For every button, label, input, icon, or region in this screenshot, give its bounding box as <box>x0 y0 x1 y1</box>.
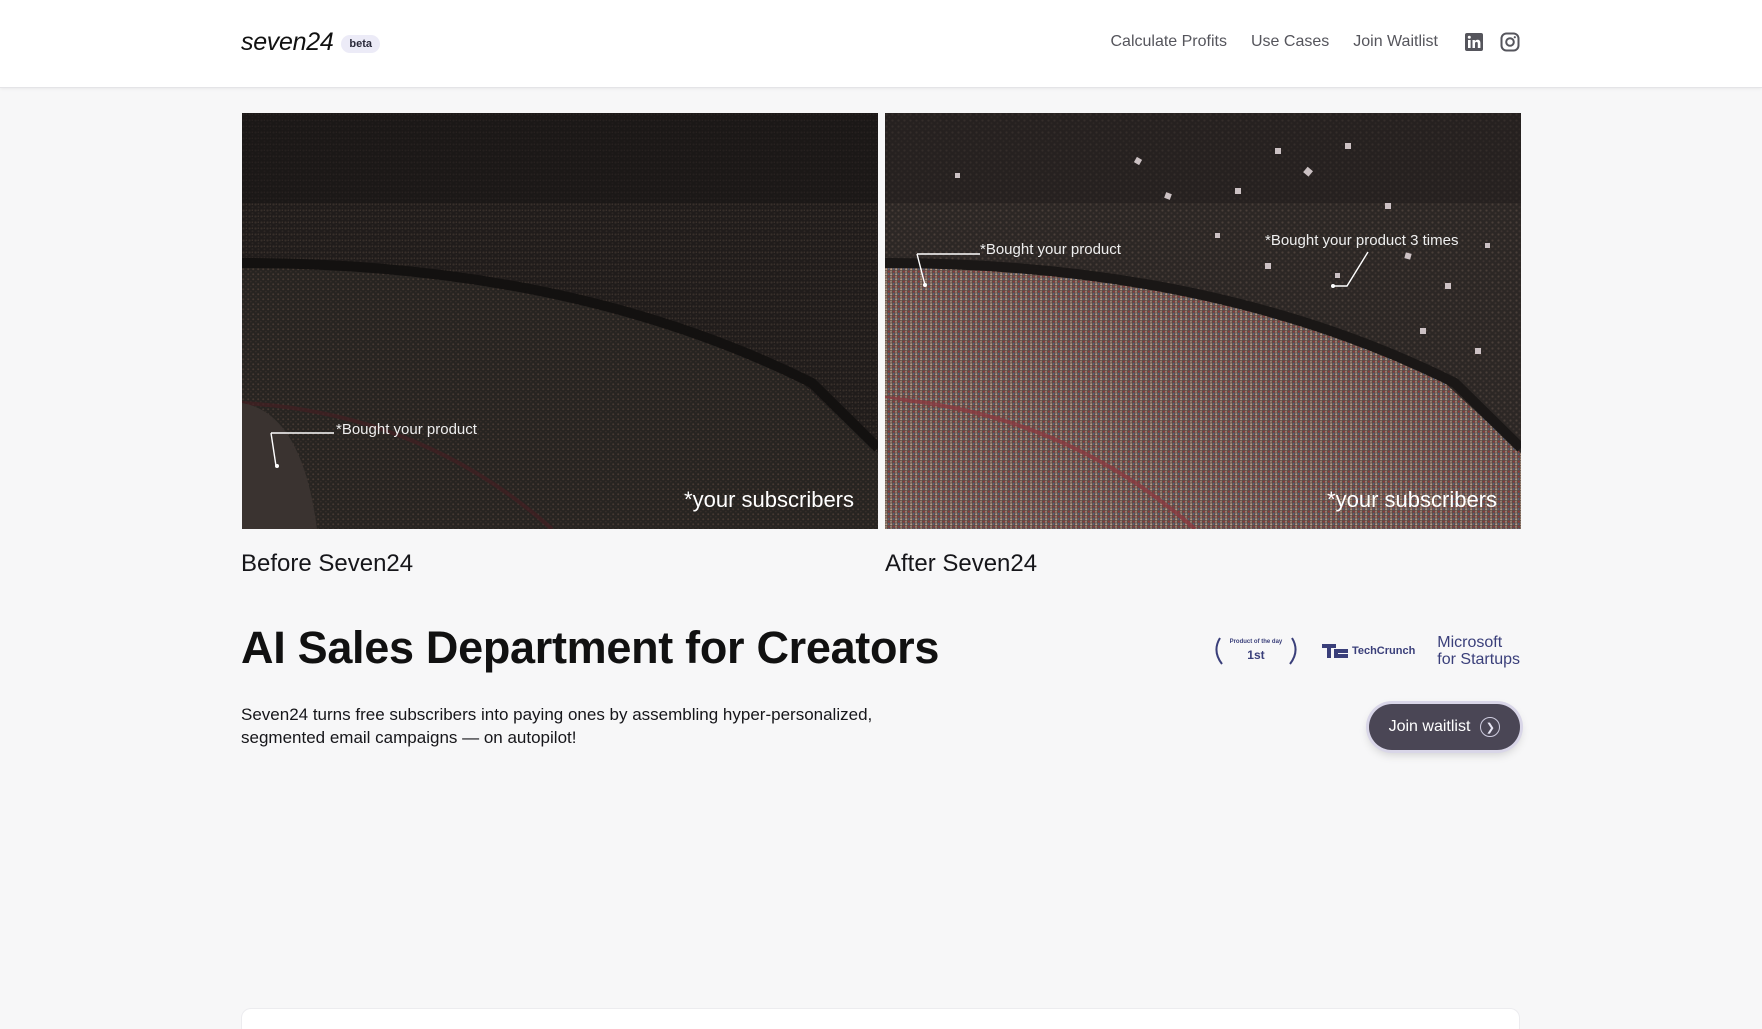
techcrunch-label: TechCrunch <box>1351 645 1416 657</box>
techcrunch-badge: TechCrunch <box>1321 644 1416 658</box>
logo-text: seven24 <box>241 28 334 56</box>
page-title: AI Sales Department for Creators <box>241 622 940 673</box>
join-waitlist-label: Join waitlist <box>1388 718 1471 735</box>
logo[interactable]: seven24 beta <box>241 28 381 57</box>
linkedin-icon[interactable] <box>1464 32 1484 52</box>
beta-badge: beta <box>341 34 381 53</box>
before-annotation: *Bought your product <box>336 421 477 438</box>
product-rank-label: 1st <box>1247 648 1265 662</box>
after-annotation-bought: *Bought your product <box>980 241 1121 258</box>
techcrunch-logo-icon <box>1321 644 1348 658</box>
chevron-right-icon: ❯ <box>1480 717 1501 737</box>
nav-join-waitlist[interactable]: Join Waitlist <box>1353 33 1438 51</box>
before-image: *Bought your product *your subscribers <box>242 113 878 529</box>
nav-calculate-profits[interactable]: Calculate Profits <box>1110 33 1227 51</box>
for-startups-label: for Startups <box>1437 651 1520 668</box>
after-overlay-text: *your subscribers <box>1327 487 1497 512</box>
instagram-icon[interactable] <box>1500 32 1520 52</box>
microsoft-label: Microsoft <box>1437 634 1503 651</box>
after-annotation-bought-3-times: *Bought your product 3 times <box>1265 232 1459 249</box>
product-of-the-day-label: Product of the day <box>1229 639 1283 645</box>
microsoft-for-startups-badge: Microsoft for Startups <box>1437 634 1520 668</box>
after-caption: After Seven24 <box>885 550 1038 577</box>
stadium-crowd-bright-image <box>885 113 1521 529</box>
nav-use-cases[interactable]: Use Cases <box>1251 33 1329 51</box>
hero-subtitle: Seven24 turns free subscribers into payi… <box>241 705 873 747</box>
social-links <box>1464 32 1520 52</box>
product-hunt-badge: Product of the day 1st <box>1212 634 1300 668</box>
press-badges: Product of the day 1st TechCrunch Micros… <box>1212 634 1520 668</box>
before-caption: Before Seven24 <box>241 550 414 577</box>
main-nav: Calculate Profits Use Cases Join Waitlis… <box>1086 32 1520 52</box>
bottom-card <box>241 1008 1520 1029</box>
before-overlay-text: *your subscribers <box>684 487 854 512</box>
after-image: *Bought your product *Bought your produc… <box>885 113 1521 529</box>
site-header: seven24 beta Calculate Profits Use Cases… <box>0 0 1762 88</box>
stadium-crowd-dark-image <box>242 113 878 529</box>
join-waitlist-button[interactable]: Join waitlist ❯ <box>1369 704 1520 750</box>
